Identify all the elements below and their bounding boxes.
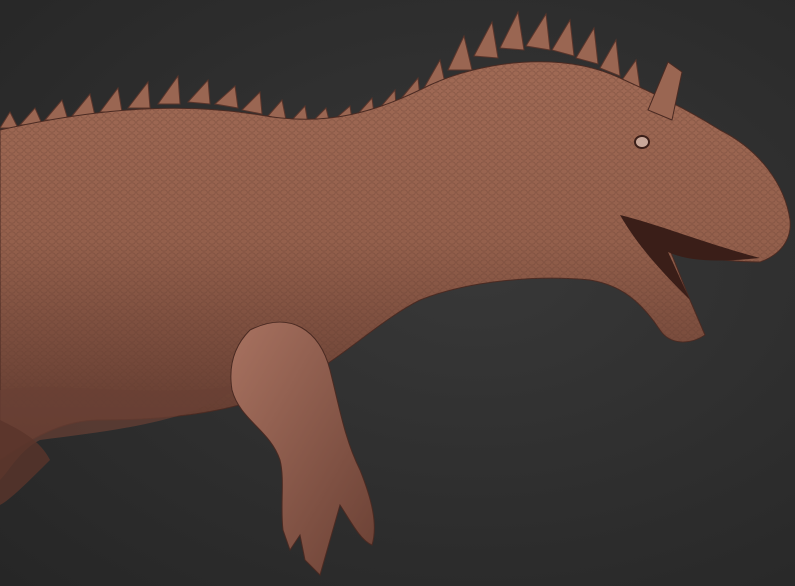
eye [634, 135, 650, 149]
dinosaur-sculpt-render [0, 10, 791, 576]
viewport-canvas[interactable] [0, 0, 795, 586]
